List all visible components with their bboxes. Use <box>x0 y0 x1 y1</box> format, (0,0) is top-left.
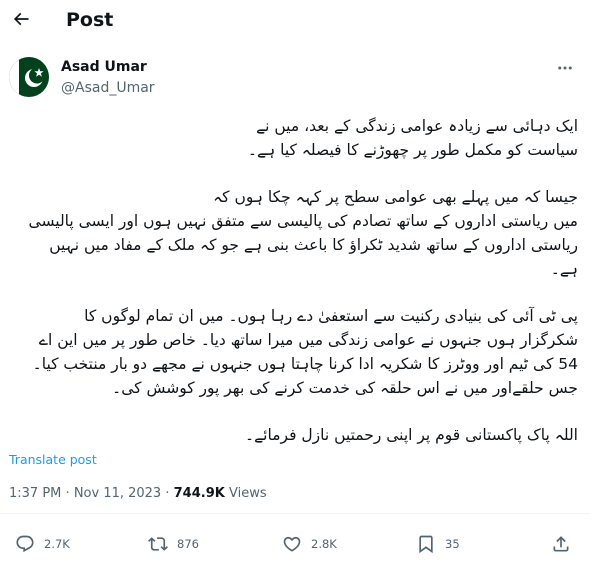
back-button[interactable] <box>10 8 32 30</box>
more-dots-icon <box>558 66 572 70</box>
repost-button[interactable]: 876 <box>148 530 199 558</box>
post-line: ریاستی اداروں کے ساتھ شدید ٹکراؤ کا باعث… <box>49 236 578 254</box>
post-line: ہے۔ <box>550 260 578 278</box>
bookmark-count: 35 <box>445 537 460 551</box>
meta-separator: · <box>65 486 70 501</box>
post-paragraph: اللہ پاک پاکستانی قوم پر اپنی رحمتیں ناز… <box>10 423 578 447</box>
like-count: 2.8K <box>311 537 337 551</box>
share-icon <box>553 536 569 552</box>
post-actions-bar: 2.7K 876 2.8K 35 <box>0 530 590 558</box>
avatar[interactable] <box>9 57 49 97</box>
more-options-button[interactable] <box>555 58 575 78</box>
divider <box>0 513 590 514</box>
pakistan-flag-avatar-icon <box>9 57 49 97</box>
post-line: میں ریاستی اداروں کے ساتھ تصادم کی پالیس… <box>28 212 578 230</box>
page-title: Post <box>66 9 114 31</box>
reply-count: 2.7K <box>44 537 70 551</box>
views-count: 744.9K <box>173 486 225 501</box>
post-line: 54 کی ٹیم اور ووٹرز کا شکریہ ادا کرنا چا… <box>32 355 578 373</box>
post-paragraph: جیسا کہ میں پہلے بھی عوامی سطح پر کہہ چک… <box>10 185 578 281</box>
post-line: جس حلقےاور میں نے اس حلقہ کی خدمت کرنے ک… <box>112 379 578 397</box>
views-label: Views <box>228 486 267 501</box>
post-line: ایک دہائی سے زیادہ عوامی زندگی کے بعد، م… <box>256 117 578 135</box>
author-name[interactable]: Asad Umar <box>61 58 147 76</box>
author-handle[interactable]: @Asad_Umar <box>61 79 155 97</box>
post-line: سیاست کو مکمل طور پر چھوڑنے کا فیصلہ کیا… <box>247 141 578 159</box>
reply-icon <box>16 535 34 553</box>
post-time[interactable]: 1:37 PM <box>9 486 61 501</box>
arrow-left-icon <box>13 12 29 26</box>
bookmark-icon <box>419 535 433 554</box>
heart-icon <box>283 536 301 552</box>
post-line: شکرگزار ہوں جنہوں نے عوامی زندگی میں میر… <box>38 331 578 349</box>
reply-button[interactable]: 2.7K <box>15 530 70 558</box>
post-paragraph: ایک دہائی سے زیادہ عوامی زندگی کے بعد، م… <box>10 114 578 162</box>
translate-post-link[interactable]: Translate post <box>9 452 97 468</box>
post-date[interactable]: Nov 11, 2023 <box>74 486 161 501</box>
meta-separator: · <box>165 486 170 501</box>
post-line: پی ٹی آئی کی بنیادی رکنیت سے استعفیٰ دے … <box>84 307 578 325</box>
post-header: Post <box>0 0 590 40</box>
post-meta: 1:37 PM · Nov 11, 2023 · 744.9K Views <box>9 486 267 502</box>
bookmark-button[interactable]: 35 <box>416 530 460 558</box>
repost-icon <box>148 537 168 551</box>
post-paragraph: پی ٹی آئی کی بنیادی رکنیت سے استعفیٰ دے … <box>10 304 578 400</box>
post-text: ایک دہائی سے زیادہ عوامی زندگی کے بعد، م… <box>10 114 578 447</box>
post-line: اللہ پاک پاکستانی قوم پر اپنی رحمتیں ناز… <box>245 426 578 444</box>
like-button[interactable]: 2.8K <box>282 530 337 558</box>
share-button[interactable] <box>551 530 571 558</box>
post-line: جیسا کہ میں پہلے بھی عوامی سطح پر کہہ چک… <box>213 188 578 206</box>
repost-count: 876 <box>177 537 199 551</box>
